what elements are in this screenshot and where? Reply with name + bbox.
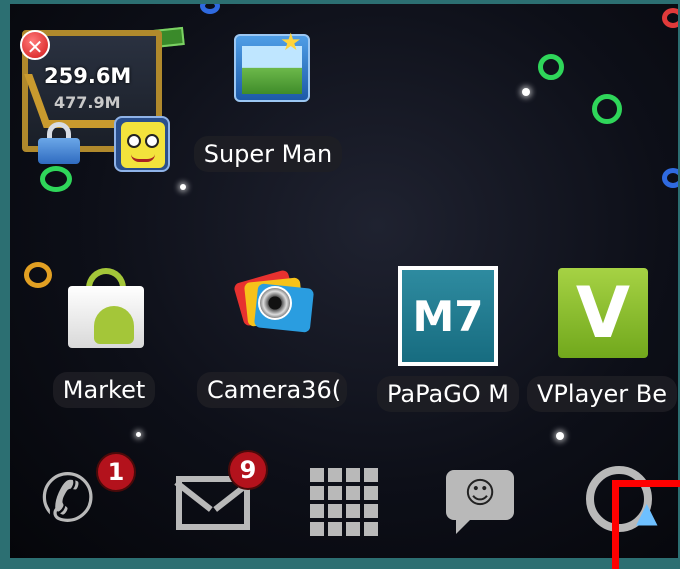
app-camera360[interactable]: Camera36(: [192, 262, 352, 412]
wallpaper-orb: [662, 168, 678, 188]
app-label: Super Man: [193, 136, 343, 172]
dock-gmail[interactable]: 9: [176, 450, 268, 530]
app-drawer-icon: [310, 468, 378, 536]
home-screen: 259.6M 477.9M ✕ ★ Super Man Market Camer…: [10, 4, 678, 558]
app-label: PaPaGO M: [376, 376, 520, 412]
star-icon: ★: [280, 28, 302, 56]
app-vplayer[interactable]: V VPlayer Be: [522, 266, 678, 416]
wallpaper-dot: [180, 184, 186, 190]
wallpaper-orb: [592, 94, 622, 124]
papago-icon: M7: [398, 266, 498, 366]
app-label: Market: [52, 372, 156, 408]
wallpaper-orb: [40, 166, 72, 192]
market-bag-icon: [64, 268, 146, 350]
vplayer-icon: V: [558, 268, 648, 358]
dock-app-drawer[interactable]: [310, 468, 378, 536]
wallpaper-dot: [136, 432, 141, 437]
memory-used: 259.6M: [44, 64, 132, 88]
phone-badge: 1: [96, 452, 136, 492]
close-icon[interactable]: ✕: [20, 30, 50, 60]
camera-icon: [233, 266, 315, 346]
app-papago[interactable]: M7 PaPaGO M: [368, 266, 528, 416]
gmail-badge: 9: [228, 450, 268, 490]
app-label: Camera36(: [197, 372, 347, 408]
dock-messaging[interactable]: ☺: [446, 470, 514, 534]
highlight-box: [612, 480, 680, 569]
dock-phone[interactable]: ✆ 1: [40, 452, 136, 537]
wallpaper-dot: [556, 432, 564, 440]
app-super-manager[interactable]: ★ Super Man: [188, 26, 348, 176]
lock-icon: [38, 122, 80, 164]
wallpaper-orb: [662, 8, 678, 28]
memory-total: 477.9M: [54, 93, 121, 112]
spongebob-icon: [114, 116, 170, 172]
wallpaper-orb: [200, 4, 220, 14]
memory-cleaner-widget[interactable]: 259.6M 477.9M ✕: [14, 16, 185, 172]
message-icon: ☺: [446, 470, 514, 534]
wallpaper-orb: [538, 54, 564, 80]
app-market[interactable]: Market: [24, 262, 184, 412]
wallpaper-dot: [522, 88, 530, 96]
phone-icon: ✆: [40, 460, 96, 537]
app-label: VPlayer Be: [527, 376, 677, 412]
